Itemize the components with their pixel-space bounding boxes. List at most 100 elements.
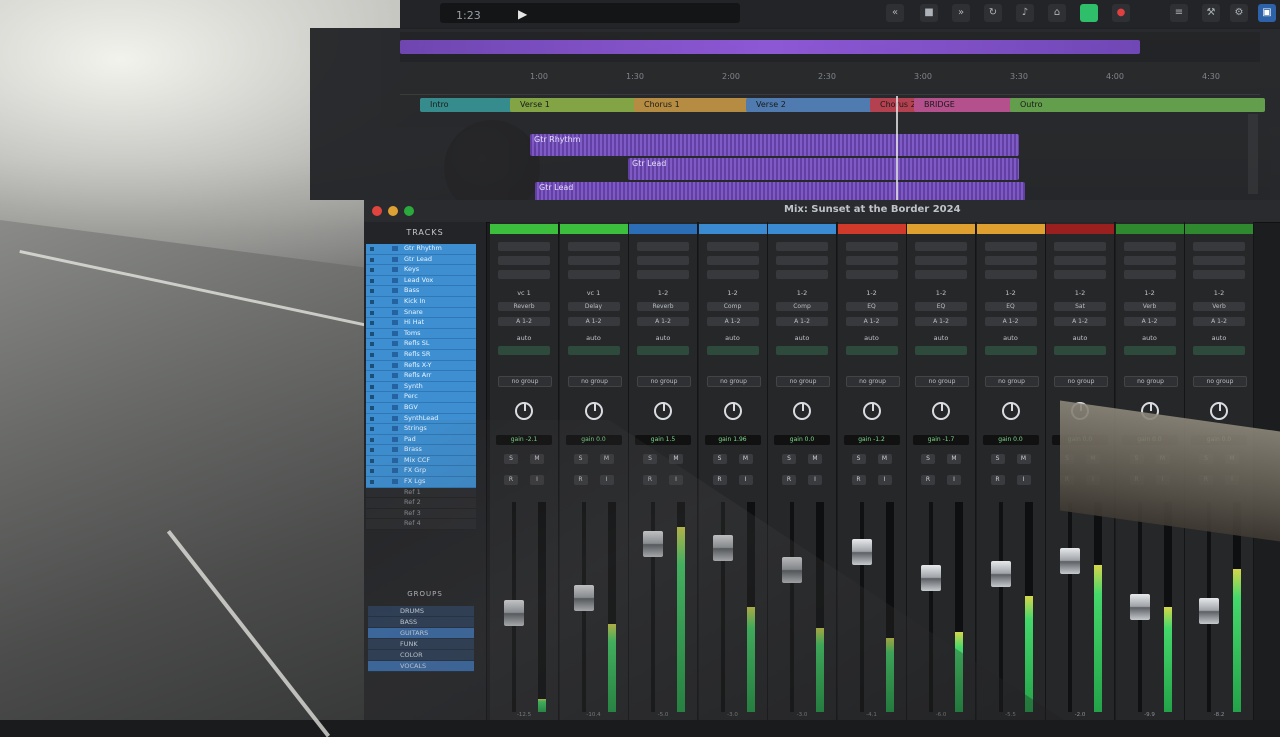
click-button[interactable]: ♪ [1016, 4, 1034, 22]
insert-slot[interactable] [637, 256, 689, 265]
group-select[interactable]: no group [637, 376, 691, 387]
track-list-item[interactable]: Refls SL [366, 339, 476, 350]
group-list-item[interactable]: DRUMS [368, 606, 474, 617]
track-list-item[interactable]: Ref 3 [366, 508, 476, 520]
track-list-item[interactable]: Gtr Rhythm [366, 244, 476, 255]
play-active-button[interactable] [1080, 4, 1098, 22]
volume-fader[interactable] [504, 599, 524, 626]
insert-slot[interactable] [567, 270, 620, 279]
track-visibility-icon[interactable] [392, 394, 398, 400]
track-list-item[interactable]: Mix CCF [366, 455, 476, 467]
automation-mode-select[interactable] [776, 346, 828, 355]
track-visibility-icon[interactable] [392, 426, 398, 432]
pan-knob[interactable] [654, 402, 672, 420]
track-list-item[interactable]: Toms [366, 328, 476, 340]
insert-slot[interactable] [915, 256, 967, 265]
insert-slot[interactable]: Verb [1193, 302, 1245, 311]
output-routing[interactable]: A 1-2 [637, 317, 689, 326]
automation-mode-select[interactable] [845, 346, 898, 355]
track-list-item[interactable]: Keys [366, 265, 476, 276]
rewind-button[interactable]: « [886, 4, 904, 22]
group-select[interactable]: no group [776, 376, 830, 387]
fader-track[interactable] [998, 502, 1003, 712]
track-visibility-icon[interactable] [392, 447, 398, 453]
input-slot[interactable] [845, 242, 898, 251]
timeline-marker[interactable]: Chorus 1 [634, 98, 752, 112]
track-visibility-icon[interactable] [392, 246, 398, 251]
input-monitor-button[interactable]: I [1016, 475, 1031, 485]
insert-slot[interactable]: Reverb [637, 302, 689, 311]
insert-slot[interactable] [567, 256, 620, 265]
input-monitor-button[interactable]: I [669, 475, 683, 485]
play-button[interactable]: ▶ [518, 7, 527, 21]
insert-slot[interactable]: Reverb [498, 302, 550, 311]
track-visibility-icon[interactable] [392, 298, 398, 304]
group-select[interactable]: no group [1193, 376, 1247, 387]
group-list-item[interactable]: COLOR [368, 650, 474, 661]
output-routing[interactable]: A 1-2 [706, 317, 759, 326]
fader-track[interactable] [720, 502, 725, 712]
volume-fader[interactable] [1129, 594, 1150, 620]
track-visibility-icon[interactable] [392, 383, 398, 389]
mute-button[interactable]: M [530, 454, 544, 464]
pan-knob[interactable] [1001, 402, 1020, 420]
group-list-item[interactable]: BASS [368, 617, 474, 628]
punch-button[interactable]: ⌂ [1048, 4, 1066, 22]
insert-slot[interactable] [1193, 270, 1245, 279]
fader-track[interactable] [859, 502, 864, 712]
fast-forward-button[interactable]: » [952, 4, 970, 22]
volume-fader[interactable] [1199, 597, 1219, 624]
input-slot[interactable] [984, 242, 1037, 251]
track-select-icon[interactable] [370, 437, 374, 442]
track-select-icon[interactable] [370, 427, 374, 432]
input-slot[interactable] [706, 242, 759, 251]
menu-icon[interactable]: ≡ [1170, 4, 1188, 22]
timeline-marker[interactable]: Outro [1010, 98, 1265, 112]
track-list-item[interactable]: BGV [366, 402, 476, 414]
solo-button[interactable]: S [921, 454, 935, 464]
track-list-item[interactable]: Ref 4 [366, 519, 476, 531]
mute-button[interactable]: M [877, 454, 892, 464]
automation-mode-select[interactable] [1054, 346, 1106, 355]
track-list-item[interactable]: Brass [366, 445, 476, 456]
automation-mode-select[interactable] [984, 346, 1037, 355]
group-select[interactable]: no group [845, 376, 900, 387]
track-visibility-icon[interactable] [392, 277, 398, 283]
track-visibility-icon[interactable] [392, 479, 398, 485]
insert-slot[interactable]: Delay [567, 302, 620, 311]
track-select-icon[interactable] [370, 331, 374, 336]
pan-knob[interactable] [793, 402, 811, 420]
track-list-item[interactable]: Synth [366, 381, 476, 393]
track-visibility-icon[interactable] [392, 288, 398, 294]
track-list-item[interactable]: Ref 2 [366, 498, 476, 509]
insert-slot[interactable] [845, 256, 898, 265]
timeline-marker[interactable]: Verse 1 [510, 98, 640, 112]
group-list-item[interactable]: FUNK [368, 639, 474, 650]
timeline-marker[interactable]: Verse 2 [746, 98, 876, 112]
input-slot[interactable] [776, 242, 828, 251]
input-monitor-button[interactable]: I [808, 475, 822, 485]
input-monitor-button[interactable]: I [530, 475, 544, 485]
output-routing[interactable]: A 1-2 [498, 317, 550, 326]
group-select[interactable]: no group [498, 376, 552, 387]
track-list-item[interactable]: Refls Arr [366, 371, 476, 382]
mute-button[interactable]: M [669, 454, 683, 464]
track-visibility-icon[interactable] [392, 351, 398, 357]
insert-slot[interactable] [1123, 270, 1176, 279]
wrench-icon[interactable]: ⚒ [1202, 4, 1220, 22]
audio-clip[interactable]: Gtr Rhythm [530, 134, 1019, 156]
track-select-icon[interactable] [370, 384, 374, 389]
output-routing[interactable]: A 1-2 [1123, 317, 1176, 326]
record-enable-button[interactable]: R [573, 475, 588, 485]
input-slot[interactable] [498, 242, 550, 251]
solo-button[interactable]: S [990, 454, 1005, 464]
insert-slot[interactable] [1054, 270, 1106, 279]
solo-button[interactable]: S [782, 454, 796, 464]
track-select-icon[interactable] [370, 268, 374, 273]
timeline-marker[interactable]: Chorus 2 [870, 98, 920, 112]
track-visibility-icon[interactable] [392, 330, 398, 336]
track-visibility-icon[interactable] [392, 373, 398, 379]
solo-button[interactable]: S [573, 454, 588, 464]
insert-slot[interactable] [1123, 256, 1176, 265]
overview-bar[interactable] [400, 32, 1260, 62]
